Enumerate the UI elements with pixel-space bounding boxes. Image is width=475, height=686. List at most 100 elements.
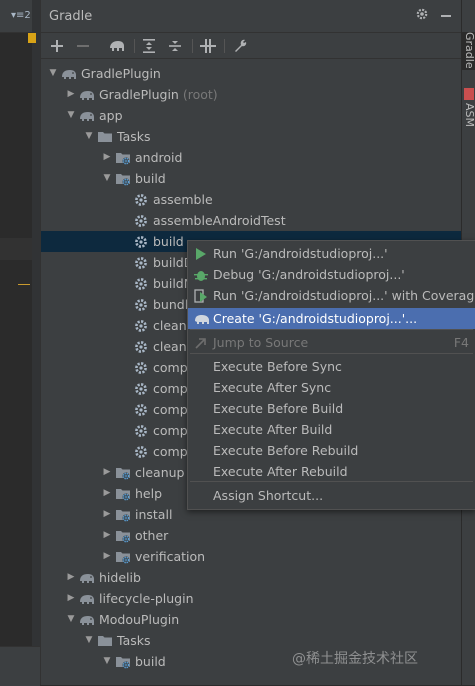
expand-chevron-icon[interactable]: ▶: [65, 567, 77, 588]
tree-node[interactable]: ▼ ModouPlugin: [41, 609, 462, 630]
collapse-all-icon[interactable]: [165, 36, 185, 56]
expand-chevron-icon[interactable]: ▶: [65, 84, 77, 105]
menu-item-label: Run 'G:/androidstudioproj...' with Cover…: [213, 288, 475, 303]
menu-item-jump-to-source[interactable]: Jump to Source F4: [188, 332, 475, 353]
tree-node-label: assemble: [153, 192, 213, 207]
task-gear-icon: [133, 381, 149, 397]
tree-node-label: hidelib: [99, 570, 141, 585]
tab-list-button[interactable]: ▾≡2: [11, 10, 31, 21]
debug-icon: [194, 267, 208, 281]
menu-item-run[interactable]: Run 'G:/androidstudioproj...': [188, 243, 475, 264]
warning-marker[interactable]: [28, 33, 36, 43]
collapse-chevron-icon[interactable]: ▼: [47, 63, 59, 84]
tree-node-label: compi: [153, 402, 192, 417]
execute-task-elephant-icon[interactable]: [107, 36, 127, 56]
task-gear-icon: [133, 339, 149, 355]
gradle-elephant-icon: [61, 66, 77, 82]
settings-gear-icon[interactable]: [413, 7, 431, 25]
tree-node-label: compi: [153, 360, 192, 375]
menu-separator: [190, 481, 473, 482]
editor-area[interactable]: ▾≡2: [0, 0, 40, 686]
menu-item-label: Execute Before Sync: [213, 359, 342, 374]
menu-item-execute-after-rebuild[interactable]: Execute After Rebuild: [188, 461, 475, 482]
menu-separator: [190, 353, 473, 354]
task-gear-icon: [133, 318, 149, 334]
tree-node[interactable]: ▶ GradlePlugin (root): [41, 84, 462, 105]
task-node[interactable]: assembleAndroidTest: [41, 210, 462, 231]
tree-node-label: build: [135, 171, 166, 186]
menu-item-label: Jump to Source: [213, 335, 309, 350]
menu-item-label: Execute After Build: [213, 422, 333, 437]
caret-line-marker: [18, 284, 30, 285]
run-icon: [194, 246, 208, 260]
tree-node[interactable]: ▼ GradlePlugin: [41, 63, 462, 84]
tree-node-label: Tasks: [117, 129, 151, 144]
tab-asm[interactable]: ASM: [462, 103, 475, 133]
task-group-icon: [115, 171, 131, 187]
menu-item-shortcut: F4: [453, 335, 469, 350]
asm-icon: [464, 88, 474, 100]
menu-item-assign-shortcut[interactable]: Assign Shortcut...: [188, 485, 475, 506]
tree-node-label: Tasks: [117, 633, 151, 648]
collapse-chevron-icon[interactable]: ▼: [83, 126, 95, 147]
menu-item-create[interactable]: Create 'G:/androidstudioproj...'...: [188, 308, 475, 329]
menu-item-debug[interactable]: Debug 'G:/androidstudioproj...': [188, 264, 475, 285]
task-group-icon: [115, 549, 131, 565]
tree-node-label: GradlePlugin (root): [99, 87, 218, 102]
expand-chevron-icon[interactable]: ▶: [101, 504, 113, 525]
gradle-toolbar: [41, 33, 462, 59]
remove-project-icon[interactable]: [73, 36, 93, 56]
editor-bottom-area: [0, 646, 40, 686]
expand-chevron-icon[interactable]: ▶: [101, 525, 113, 546]
collapse-chevron-icon[interactable]: ▼: [101, 651, 113, 672]
menu-item-execute-before-sync[interactable]: Execute Before Sync: [188, 356, 475, 377]
collapse-chevron-icon[interactable]: ▼: [83, 630, 95, 651]
tree-node-label: GradlePlugin: [81, 66, 161, 81]
task-group-icon: [115, 528, 131, 544]
expand-chevron-icon[interactable]: ▶: [101, 483, 113, 504]
editor-scrollbar[interactable]: [18, 0, 40, 685]
gradle-elephant-icon: [79, 108, 95, 124]
tree-node-label: build: [153, 234, 184, 249]
expand-chevron-icon[interactable]: ▶: [101, 546, 113, 567]
add-project-icon[interactable]: [47, 36, 67, 56]
menu-item-run-with-coverage[interactable]: Run 'G:/androidstudioproj...' with Cover…: [188, 285, 475, 306]
tree-node[interactable]: ▼ Tasks: [41, 126, 462, 147]
task-gear-icon: [133, 213, 149, 229]
collapse-chevron-icon[interactable]: ▼: [65, 105, 77, 126]
tree-node-label: install: [135, 507, 173, 522]
menu-item-label: Execute Before Build: [213, 401, 344, 416]
task-group-icon: [115, 465, 131, 481]
menu-item-execute-after-build[interactable]: Execute After Build: [188, 419, 475, 440]
expand-all-icon[interactable]: [139, 36, 159, 56]
expand-chevron-icon[interactable]: ▶: [101, 462, 113, 483]
tab-gradle[interactable]: Gradle: [462, 32, 475, 70]
task-group-icon: [115, 654, 131, 670]
jump-icon: [194, 335, 208, 349]
tree-node[interactable]: ▶ lifecycle-plugin: [41, 588, 462, 609]
collapse-chevron-icon[interactable]: ▼: [65, 609, 77, 630]
collapse-chevron-icon[interactable]: ▼: [101, 168, 113, 189]
menu-item-label: Execute Before Rebuild: [213, 443, 359, 458]
menu-item-execute-before-rebuild[interactable]: Execute Before Rebuild: [188, 440, 475, 461]
expand-chevron-icon[interactable]: ▶: [101, 147, 113, 168]
menu-item-execute-before-build[interactable]: Execute Before Build: [188, 398, 475, 419]
expand-chevron-icon[interactable]: ▶: [65, 588, 77, 609]
tree-node[interactable]: ▼ build: [41, 168, 462, 189]
task-group-icon: [115, 507, 131, 523]
tree-node[interactable]: ▶ verification: [41, 546, 462, 567]
build-settings-wrench-icon[interactable]: [231, 36, 251, 56]
tree-node-label: clean: [153, 318, 187, 333]
tree-node[interactable]: ▶ hidelib: [41, 567, 462, 588]
tree-node[interactable]: ▶ other: [41, 525, 462, 546]
hide-minimize-icon[interactable]: [437, 7, 455, 25]
tree-node-label: compi: [153, 423, 192, 438]
tree-node[interactable]: ▶ android: [41, 147, 462, 168]
menu-item-execute-after-sync[interactable]: Execute After Sync: [188, 377, 475, 398]
tree-node[interactable]: ▼ app: [41, 105, 462, 126]
toggle-offline-mode-icon[interactable]: [198, 36, 218, 56]
menu-separator: [190, 329, 473, 330]
menu-item-label: Debug 'G:/androidstudioproj...': [213, 267, 405, 282]
task-gear-icon: [133, 234, 149, 250]
task-node[interactable]: assemble: [41, 189, 462, 210]
